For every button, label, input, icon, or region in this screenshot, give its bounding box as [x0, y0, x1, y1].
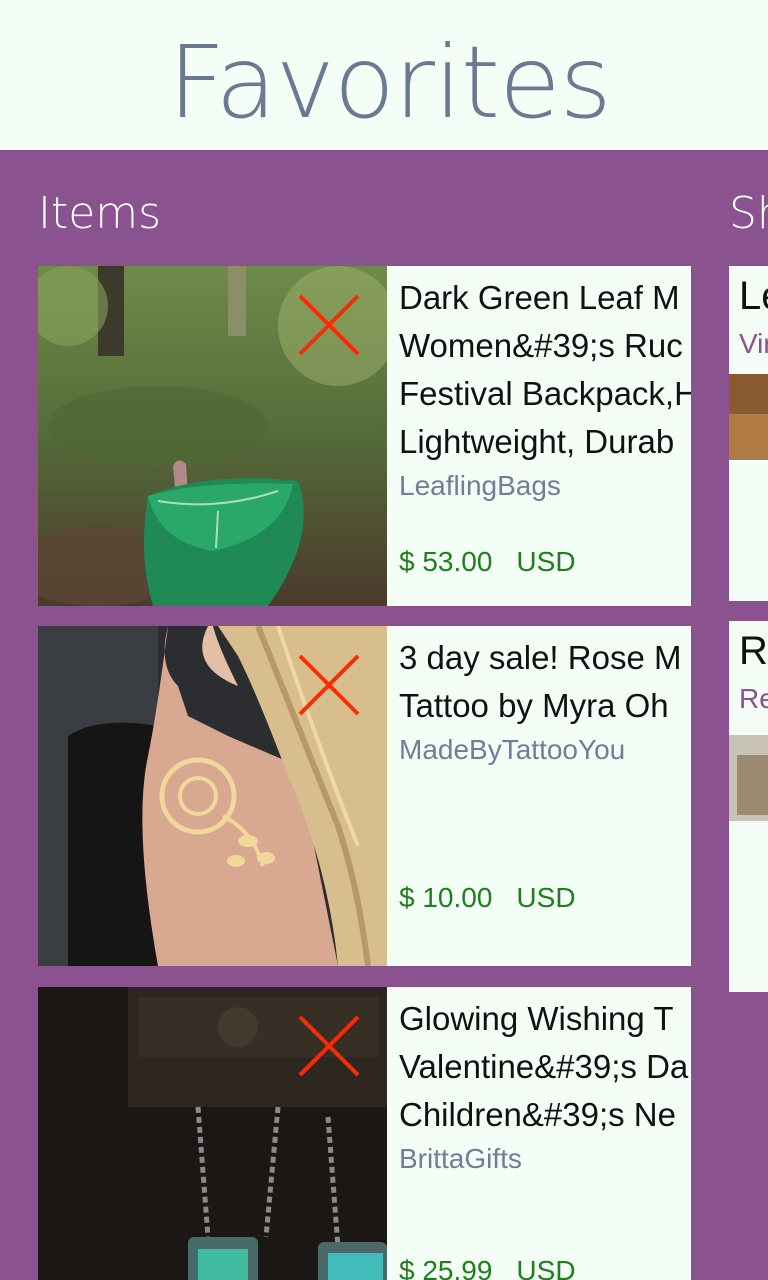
shops-section-title[interactable]: Sh: [729, 186, 768, 242]
item-price: $ 10.00 USD: [399, 882, 576, 914]
shop-subtitle: Re: [739, 683, 768, 714]
favorite-item-card[interactable]: Glowing Wishing T Valentine&#39;s Da Chi…: [38, 987, 691, 1280]
shop-name: Re: [739, 629, 768, 673]
remove-favorite-button[interactable]: [296, 652, 362, 718]
close-icon: [298, 294, 360, 356]
items-section-title: Items: [38, 188, 162, 239]
item-price: $ 53.00 USD: [399, 546, 576, 578]
item-shop-name[interactable]: BrittaGifts: [399, 1139, 691, 1179]
item-title-line: Women&#39;s Ruc: [399, 327, 683, 364]
price-currency: USD: [516, 546, 576, 577]
price-amount: $ 25.99: [399, 1255, 493, 1280]
favorite-shop-card[interactable]: Le Vir: [729, 266, 768, 601]
item-title-line: Glowing Wishing T: [399, 1000, 674, 1037]
remove-favorite-button[interactable]: [296, 292, 362, 358]
remove-favorite-button[interactable]: [296, 1013, 362, 1079]
item-title-line: Lightweight, Durab: [399, 423, 675, 460]
close-icon: [298, 654, 360, 716]
item-shop-name[interactable]: LeaflingBags: [399, 466, 691, 506]
item-details[interactable]: Glowing Wishing T Valentine&#39;s Da Chi…: [399, 995, 691, 1179]
price-amount: $ 10.00: [399, 882, 493, 913]
item-details[interactable]: Dark Green Leaf M Women&#39;s Ruc Festiv…: [399, 274, 691, 506]
item-title-line: Dark Green Leaf M: [399, 279, 680, 316]
favorite-shop-card[interactable]: Re Re: [729, 621, 768, 992]
item-title-line: Valentine&#39;s Da: [399, 1048, 689, 1085]
item-title-line: 3 day sale! Rose M: [399, 639, 682, 676]
favorites-panel[interactable]: Items Sh: [0, 150, 768, 1280]
favorite-item-card[interactable]: Dark Green Leaf M Women&#39;s Ruc Festiv…: [38, 266, 691, 606]
shop-name: Le: [739, 274, 768, 318]
item-title-line: Festival Backpack,H: [399, 375, 691, 412]
price-currency: USD: [516, 1255, 576, 1280]
price-currency: USD: [516, 882, 576, 913]
shop-thumbnail: [729, 374, 768, 460]
shop-thumbnail: [729, 735, 768, 821]
page-title: Favorites: [168, 24, 612, 141]
header: Favorites: [0, 0, 768, 150]
shop-subtitle: Vir: [739, 328, 768, 359]
item-title-line: Tattoo by Myra Oh: [399, 687, 669, 724]
item-shop-name[interactable]: MadeByTattooYou: [399, 730, 691, 770]
favorite-item-card[interactable]: 3 day sale! Rose M Tattoo by Myra Oh Mad…: [38, 626, 691, 966]
item-title-line: Children&#39;s Ne: [399, 1096, 676, 1133]
item-details[interactable]: 3 day sale! Rose M Tattoo by Myra Oh Mad…: [399, 634, 691, 770]
price-amount: $ 53.00: [399, 546, 493, 577]
item-price: $ 25.99 USD: [399, 1255, 576, 1280]
close-icon: [298, 1015, 360, 1077]
